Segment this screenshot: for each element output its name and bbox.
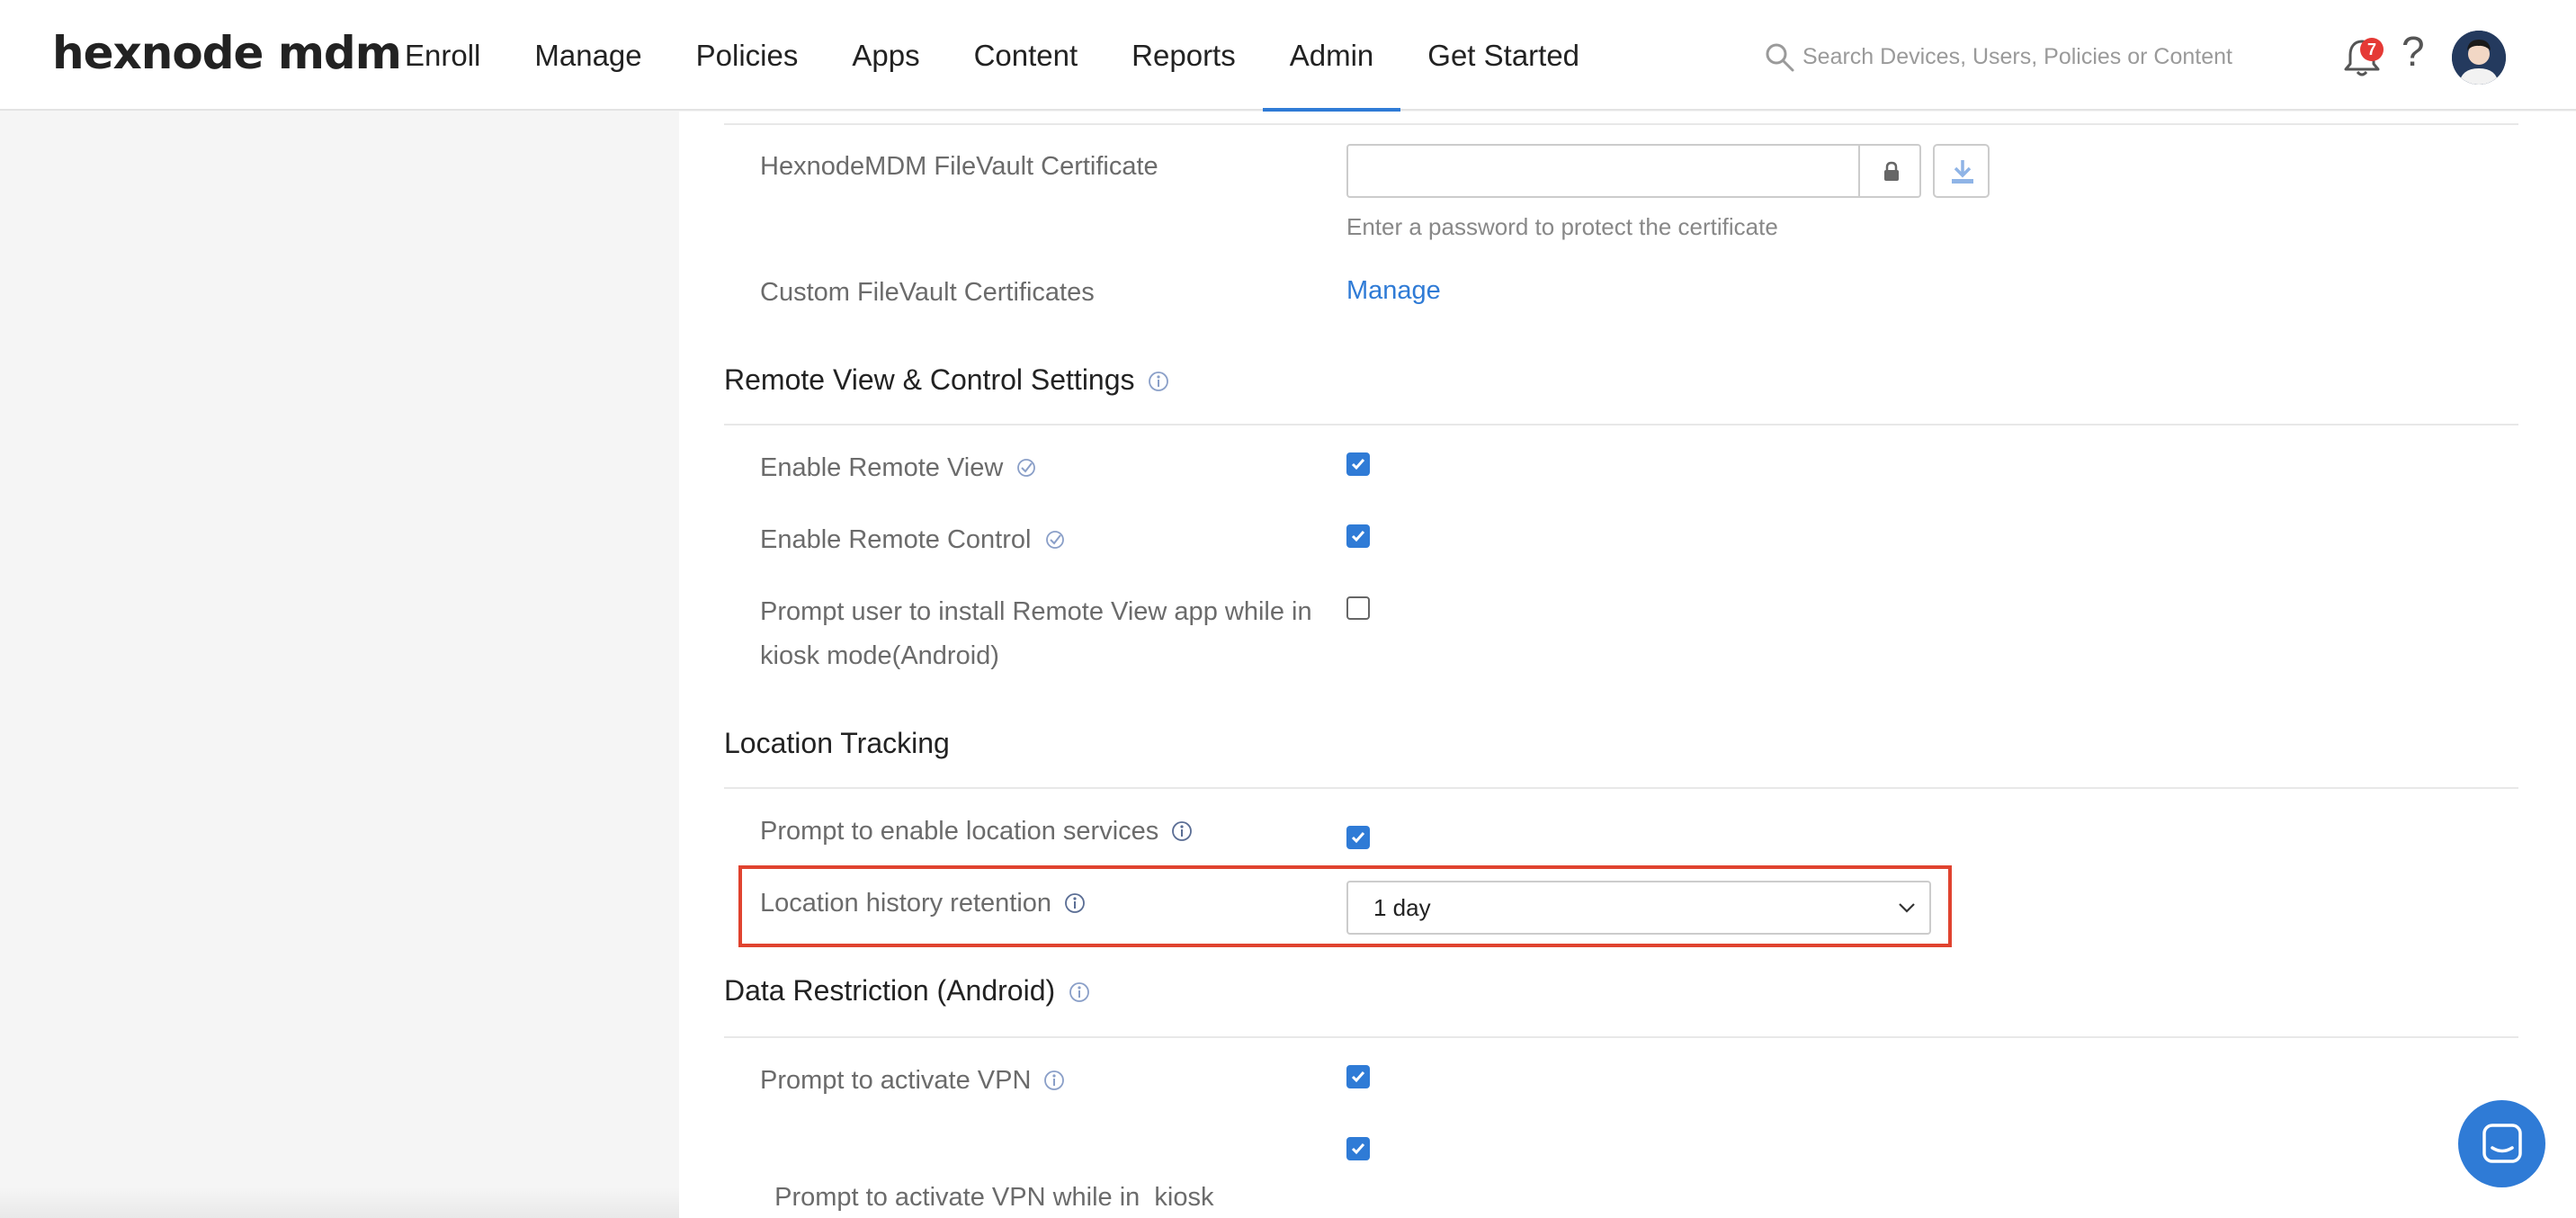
location-services-row: Prompt to enable location services — [760, 809, 1193, 854]
download-icon — [1952, 160, 1973, 184]
prompt-remote-view-checkbox[interactable] — [1346, 596, 1370, 620]
enable-remote-control-row: Enable Remote Control — [760, 517, 1066, 562]
lock-button[interactable] — [1858, 144, 1921, 198]
section-divider — [724, 123, 2518, 125]
activate-vpn-checkbox[interactable] — [1346, 1065, 1370, 1088]
prompt-remote-view-label: Prompt user to install Remote View app w… — [760, 597, 1312, 626]
enable-remote-view-label: Enable Remote View — [760, 453, 1004, 482]
location-services-checkbox[interactable] — [1346, 826, 1370, 849]
info-icon[interactable] — [1148, 371, 1169, 392]
enable-remote-control-checkbox[interactable] — [1346, 524, 1370, 548]
nav-admin[interactable]: Admin — [1262, 0, 1401, 112]
nav-enroll[interactable]: Enroll — [378, 0, 507, 111]
section-divider — [724, 1036, 2518, 1038]
activate-vpn-kiosk-checkbox[interactable] — [1346, 1137, 1370, 1160]
activate-vpn-row: Prompt to activate VPN — [760, 1058, 1065, 1103]
remote-view-section-label: Remote View & Control Settings — [724, 363, 1135, 396]
data-restriction-label: Data Restriction (Android) — [724, 974, 1056, 1007]
global-search-input[interactable] — [1802, 34, 2306, 79]
nav-content[interactable]: Content — [947, 0, 1105, 111]
nav-manage[interactable]: Manage — [507, 0, 668, 111]
user-avatar[interactable] — [2452, 31, 2506, 85]
top-navbar: hexnode mdm Enroll Manage Policies Apps … — [0, 0, 2576, 112]
manage-certificates-link[interactable]: Manage — [1346, 276, 1441, 306]
prompt-remote-view-label-line2: kiosk mode(Android) — [760, 641, 999, 670]
nav-apps[interactable]: Apps — [825, 0, 946, 111]
data-restriction-section-title: Data Restriction (Android) — [724, 974, 1090, 1008]
location-retention-row: Location history retention — [760, 881, 1086, 926]
notification-count-badge: 7 — [2360, 38, 2384, 61]
location-services-label: Prompt to enable location services — [760, 817, 1159, 846]
activate-vpn-kiosk-label: Prompt to activate VPN while in kiosk — [774, 1183, 1214, 1212]
location-retention-value: 1 day — [1373, 894, 1431, 921]
enable-remote-view-checkbox[interactable] — [1346, 452, 1370, 476]
bottom-shadow — [0, 1187, 679, 1218]
nav-policies[interactable]: Policies — [669, 0, 826, 111]
verified-check-icon — [1017, 459, 1036, 477]
activate-vpn-kiosk-row: Prompt to activate VPN while in kiosk — [760, 1130, 1213, 1218]
info-icon[interactable] — [1069, 981, 1090, 1003]
enable-remote-view-row: Enable Remote View — [760, 445, 1037, 490]
chevron-down-icon — [1899, 903, 1915, 913]
help-icon[interactable]: ? — [2402, 27, 2425, 76]
location-retention-label: Location history retention — [760, 889, 1052, 918]
main-nav: Enroll Manage Policies Apps Content Repo… — [378, 0, 1606, 112]
remote-view-section-title: Remote View & Control Settings — [724, 363, 1169, 397]
nav-get-started[interactable]: Get Started — [1400, 0, 1606, 111]
nav-reports[interactable]: Reports — [1105, 0, 1263, 111]
lock-icon — [1884, 161, 1899, 181]
enable-remote-control-label: Enable Remote Control — [760, 525, 1032, 554]
chat-icon — [2482, 1124, 2522, 1163]
filevault-certificate-label: HexnodeMDM FileVault Certificate — [760, 152, 1158, 181]
download-certificate-button[interactable] — [1933, 144, 1990, 198]
location-tracking-section-title: Location Tracking — [724, 727, 950, 759]
info-icon[interactable] — [1171, 820, 1193, 842]
section-divider — [724, 787, 2518, 789]
password-help-text: Enter a password to protect the certific… — [1346, 213, 1778, 240]
info-icon[interactable] — [1064, 892, 1086, 914]
activate-vpn-label: Prompt to activate VPN — [760, 1066, 1032, 1095]
chat-support-button[interactable] — [2458, 1100, 2545, 1187]
hexnode-logo[interactable]: hexnode mdm — [52, 27, 402, 79]
verified-check-icon — [1045, 531, 1064, 549]
certificate-password-field[interactable] — [1346, 144, 1860, 198]
custom-filevault-label: Custom FileVault Certificates — [760, 278, 1095, 307]
info-icon[interactable] — [1043, 1070, 1065, 1091]
search-icon — [1766, 43, 1794, 72]
section-divider — [724, 424, 2518, 425]
location-retention-select[interactable]: 1 day — [1346, 881, 1931, 935]
